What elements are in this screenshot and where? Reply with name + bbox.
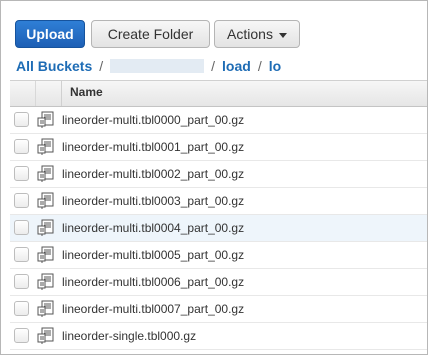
- file-name-link[interactable]: lineorder-multi.tbl0004_part_00.gz: [62, 221, 244, 235]
- table-header: Name: [10, 80, 427, 107]
- name-column-header[interactable]: Name: [70, 85, 103, 99]
- table-row[interactable]: lineorder-multi.tbl0003_part_00.gz: [10, 188, 427, 215]
- file-name-link[interactable]: lineorder-multi.tbl0005_part_00.gz: [62, 248, 244, 262]
- file-name-link[interactable]: lineorder-multi.tbl0003_part_00.gz: [62, 194, 244, 208]
- table-row[interactable]: lineorder-multi.tbl0001_part_00.gz: [10, 134, 427, 161]
- file-name-link[interactable]: lineorder-single.tbl000.gz: [62, 329, 196, 343]
- breadcrumb-separator: /: [257, 58, 262, 74]
- file-name-link[interactable]: lineorder-multi.tbl0000_part_00.gz: [62, 113, 244, 127]
- row-checkbox[interactable]: [14, 112, 29, 127]
- create-folder-button[interactable]: Create Folder: [91, 20, 210, 48]
- table-row[interactable]: lineorder-multi.tbl0005_part_00.gz: [10, 242, 427, 269]
- row-checkbox[interactable]: [14, 301, 29, 316]
- actions-dropdown-button[interactable]: Actions: [214, 20, 300, 48]
- file-name-link[interactable]: lineorder-multi.tbl0002_part_00.gz: [62, 167, 244, 181]
- row-checkbox[interactable]: [14, 328, 29, 343]
- breadcrumb-lo-link[interactable]: lo: [269, 58, 281, 74]
- file-icon: [37, 300, 55, 318]
- file-icon: [37, 111, 55, 129]
- breadcrumb-separator: /: [99, 58, 104, 74]
- column-divider: [35, 81, 36, 106]
- table-row[interactable]: lineorder-multi.tbl0004_part_00.gz: [10, 215, 427, 242]
- table-row[interactable]: lineorder-multi.tbl0006_part_00.gz: [10, 269, 427, 296]
- file-name-link[interactable]: lineorder-multi.tbl0001_part_00.gz: [62, 140, 244, 154]
- breadcrumb-load-link[interactable]: load: [222, 58, 251, 74]
- file-icon: [37, 165, 55, 183]
- file-name-link[interactable]: lineorder-multi.tbl0006_part_00.gz: [62, 275, 244, 289]
- row-checkbox[interactable]: [14, 139, 29, 154]
- table-row[interactable]: lineorder-single.tbl000.gz: [10, 323, 427, 350]
- table-row[interactable]: lineorder-multi.tbl0000_part_00.gz: [10, 107, 427, 134]
- row-checkbox[interactable]: [14, 220, 29, 235]
- breadcrumb: All Buckets / / load / lo: [16, 57, 281, 75]
- breadcrumb-bucket-redacted[interactable]: [110, 59, 205, 73]
- table-row[interactable]: lineorder-multi.tbl0007_part_00.gz: [10, 296, 427, 323]
- table-row[interactable]: lineorder-multi.tbl0002_part_00.gz: [10, 161, 427, 188]
- row-checkbox[interactable]: [14, 193, 29, 208]
- file-icon: [37, 273, 55, 291]
- column-divider: [61, 81, 62, 106]
- row-checkbox[interactable]: [14, 166, 29, 181]
- upload-button[interactable]: Upload: [15, 20, 85, 48]
- file-icon: [37, 138, 55, 156]
- file-name-link[interactable]: lineorder-multi.tbl0007_part_00.gz: [62, 302, 244, 316]
- file-icon: [37, 219, 55, 237]
- chevron-down-icon: [278, 32, 287, 38]
- breadcrumb-separator: /: [211, 58, 216, 74]
- row-checkbox[interactable]: [14, 274, 29, 289]
- file-table: Name lineorder-multi.tbl0000_part_00.gz l…: [10, 80, 427, 350]
- breadcrumb-all-buckets-link[interactable]: All Buckets: [16, 58, 92, 74]
- s3-console-panel: Upload Create Folder Actions All Buckets…: [0, 0, 428, 355]
- file-icon: [37, 192, 55, 210]
- file-icon: [37, 327, 55, 345]
- row-checkbox[interactable]: [14, 247, 29, 262]
- actions-label: Actions: [227, 26, 273, 42]
- table-body: lineorder-multi.tbl0000_part_00.gzlineor…: [10, 107, 427, 350]
- file-icon: [37, 246, 55, 264]
